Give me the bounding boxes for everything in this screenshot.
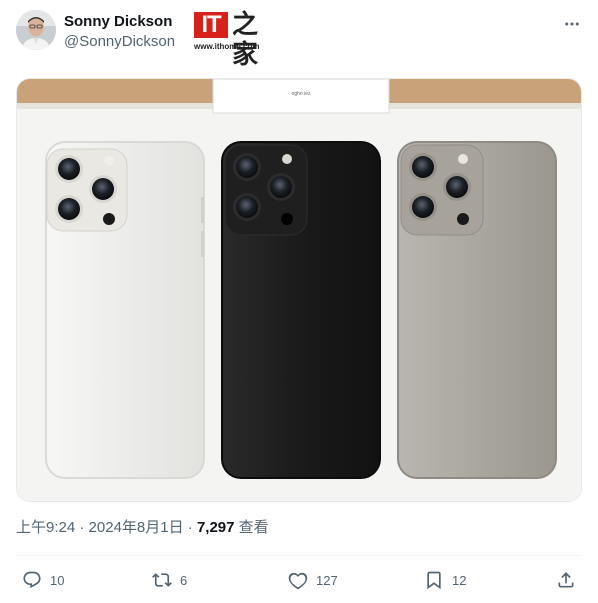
share-button[interactable] bbox=[556, 568, 576, 592]
views-label: 查看 bbox=[234, 519, 269, 536]
meta-separator: · bbox=[183, 519, 197, 536]
divider bbox=[16, 555, 582, 556]
tweet: Sonny Dickson @SonnyDickson IT 之家 www.it… bbox=[0, 0, 598, 603]
avatar[interactable] bbox=[16, 10, 56, 50]
logo-zh-mark: 之家 bbox=[232, 10, 259, 70]
gray-phone bbox=[397, 141, 557, 479]
views-count: 7,297 bbox=[196, 519, 235, 536]
bookmark-count: 12 bbox=[452, 572, 467, 588]
more-horizontal-icon[interactable] bbox=[562, 14, 582, 34]
reply-icon bbox=[22, 570, 42, 590]
display-name[interactable]: Sonny Dickson bbox=[64, 12, 175, 32]
handle[interactable]: @SonnyDickson bbox=[64, 32, 175, 52]
phones-illustration: ogho iez bbox=[17, 79, 581, 501]
author-block[interactable]: Sonny Dickson @SonnyDickson bbox=[64, 12, 175, 52]
like-button[interactable]: 127 bbox=[288, 568, 338, 592]
reply-button[interactable]: 10 bbox=[22, 568, 64, 592]
bookmark-icon bbox=[424, 570, 444, 590]
reply-count: 10 bbox=[50, 572, 65, 588]
white-phone bbox=[45, 141, 205, 479]
ithome-logo: IT 之家 www.ithome.com bbox=[192, 10, 262, 70]
tweet-header: Sonny Dickson @SonnyDickson IT 之家 www.it… bbox=[16, 10, 582, 70]
like-count: 127 bbox=[316, 572, 338, 588]
repost-count: 6 bbox=[180, 572, 188, 588]
bookmark-button[interactable]: 12 bbox=[424, 568, 466, 592]
logo-it-mark: IT bbox=[194, 12, 228, 38]
tweet-meta: 上午9:24 · 2024年8月1日 · 7,297 查看 bbox=[16, 518, 269, 538]
black-phone bbox=[221, 141, 381, 479]
tweet-date[interactable]: 2024年8月1日 bbox=[89, 519, 184, 536]
share-icon bbox=[556, 570, 576, 590]
logo-url: www.ithome.com bbox=[194, 42, 260, 51]
tweet-photo[interactable]: ogho iez bbox=[16, 78, 582, 502]
tweet-time[interactable]: 上午9:24 bbox=[16, 519, 75, 536]
heart-icon bbox=[288, 570, 308, 590]
repost-button[interactable]: 6 bbox=[152, 568, 187, 592]
repost-icon bbox=[152, 570, 172, 590]
meta-separator: · bbox=[75, 519, 89, 536]
box-label: ogho iez bbox=[292, 91, 311, 97]
tweet-actions: 10 6 127 12 bbox=[16, 562, 582, 598]
